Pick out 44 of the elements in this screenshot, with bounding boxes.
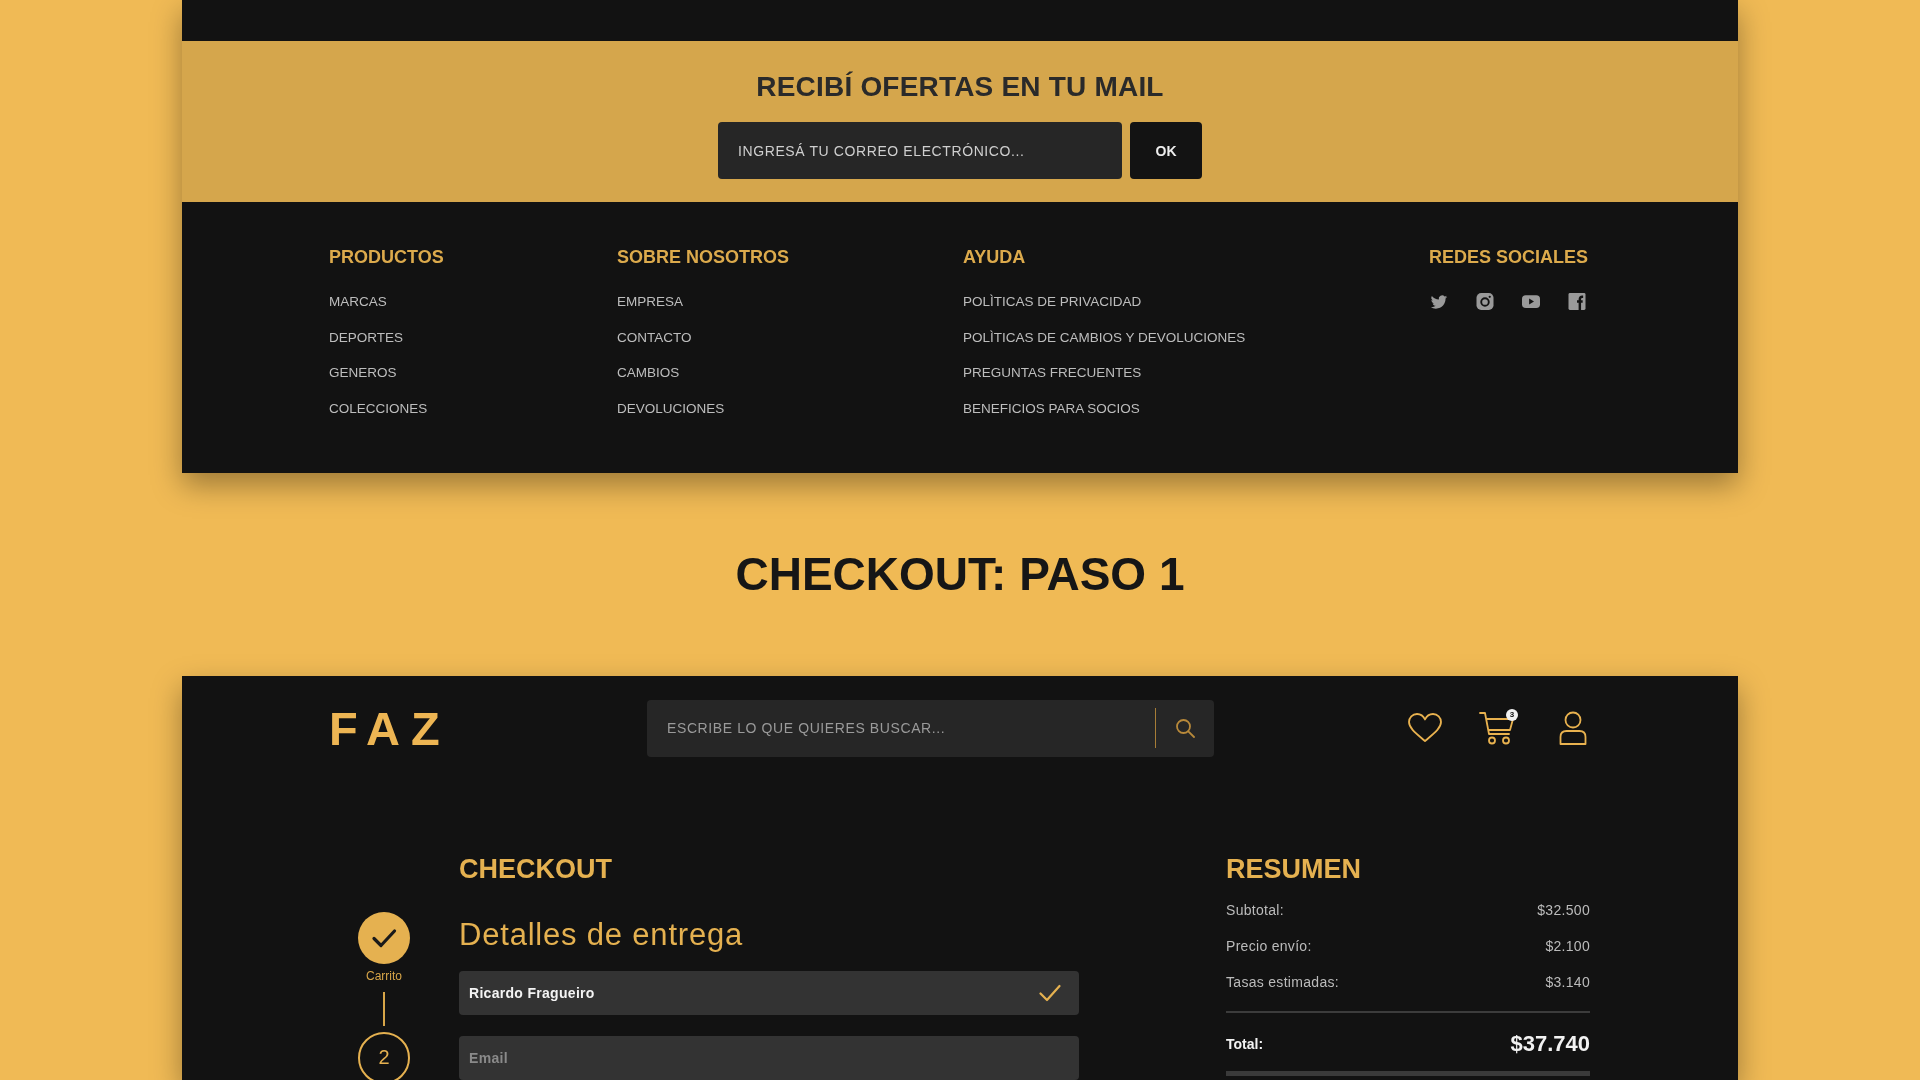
heart-icon[interactable] <box>1408 713 1442 743</box>
total-label: Total: <box>1226 1035 1264 1052</box>
summary-value: $32.500 <box>1537 901 1590 918</box>
total-value: $37.740 <box>1510 1030 1590 1057</box>
user-icon[interactable] <box>1559 711 1587 745</box>
footer-link[interactable]: GENEROS <box>329 363 397 383</box>
footer-heading: REDES SOCIALES <box>1428 246 1588 269</box>
footer-heading: SOBRE NOSOTROS <box>617 246 790 269</box>
step-connector <box>383 991 385 1026</box>
summary-title: RESUMEN <box>1226 852 1361 886</box>
footer-heading: PRODUCTOS <box>329 246 444 269</box>
footer-link[interactable]: DEPORTES <box>329 327 404 348</box>
footer-link[interactable]: CONTACTO <box>617 327 692 348</box>
step-number: 2 <box>358 1031 410 1080</box>
cart-icon[interactable] <box>1479 711 1515 745</box>
footer-link[interactable]: POLÌTICAS DE PRIVACIDAD <box>963 292 1142 312</box>
submit-button[interactable]: OK <box>1130 122 1202 179</box>
footer-link[interactable]: DEVOLUCIONES <box>617 398 725 419</box>
footer-link[interactable]: EMPRESA <box>617 292 684 312</box>
footer-link[interactable]: PREGUNTAS FRECUENTES <box>963 363 1142 383</box>
summary-label: Tasas estimadas: <box>1226 973 1339 990</box>
footer-link[interactable]: COLECCIONES <box>329 398 428 419</box>
summary-label: Subtotal: <box>1226 901 1284 918</box>
bird-icon[interactable] <box>1430 293 1448 310</box>
cart-count-badge: 3 <box>1506 709 1518 721</box>
summary-value: $3.140 <box>1545 973 1590 990</box>
page-title: CHECKOUT: PASO 1 <box>735 547 1185 602</box>
footer-link[interactable]: BENEFICIOS PARA SOCIOS <box>963 398 1140 419</box>
section-title: Detalles de entrega <box>459 915 744 954</box>
summary-label: Precio envío: <box>1226 937 1312 954</box>
summary-value: $2.100 <box>1545 937 1590 954</box>
search-icon[interactable] <box>1175 718 1195 738</box>
footer-link[interactable]: CAMBIOS <box>617 363 680 383</box>
play-icon[interactable] <box>1522 293 1540 310</box>
footer-link[interactable]: POLÌTICAS DE CAMBIOS Y DEVOLUCIONES <box>963 327 1246 348</box>
email-field[interactable]: INGRESÁ TU CORREO ELECTRÓNICO... <box>718 122 1122 179</box>
footer-heading: AYUDA <box>963 246 1026 269</box>
checkout-title: CHECKOUT <box>459 852 612 886</box>
footer-link[interactable]: MARCAS <box>329 292 387 312</box>
step-label: Carrito <box>366 967 402 984</box>
letter-f-icon[interactable] <box>1568 293 1586 310</box>
newsletter-title: RECIBÍ OFERTAS EN TU MAIL <box>756 70 1164 104</box>
logo[interactable]: FAZ <box>329 699 451 757</box>
camera-icon[interactable] <box>1476 293 1494 310</box>
